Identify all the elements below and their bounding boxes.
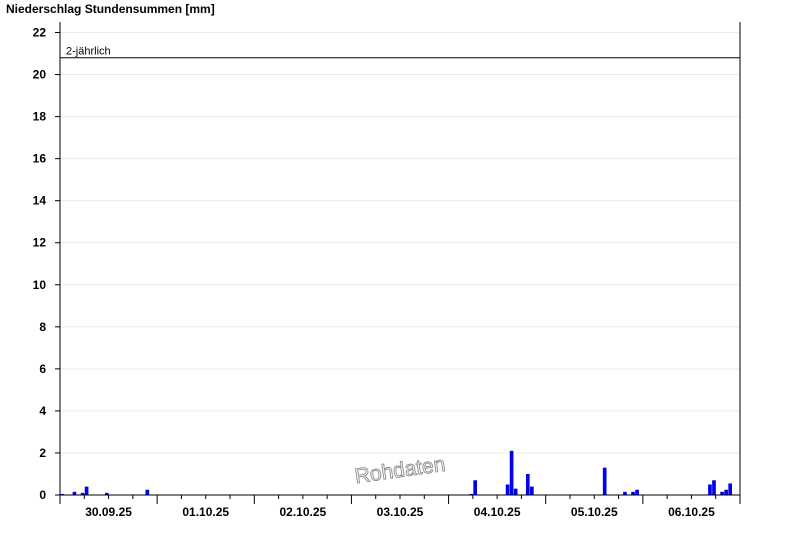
reference-line-label: 2-jährlich: [66, 46, 111, 58]
y-tick-label: 0: [39, 488, 46, 502]
y-tick-label: 20: [33, 68, 47, 82]
y-tick-label: 2: [39, 446, 46, 460]
precipitation-bar: [513, 488, 518, 495]
x-tick-label: 06.10.25: [668, 505, 715, 519]
precipitation-bar: [473, 480, 477, 495]
precipitation-bar: [525, 473, 530, 495]
precipitation-bar: [530, 486, 534, 495]
y-tick-label: 4: [39, 404, 46, 418]
precipitation-bar: [505, 484, 510, 495]
grid-lines: [60, 32, 740, 454]
precipitation-bar: [145, 489, 150, 495]
y-tick-label: 12: [33, 236, 47, 250]
precipitation-bar: [712, 480, 716, 495]
tick-labels: 0 2 4 6 8 10 12 14 16 18 20 22 30.09.25 01.10.25 02.10…: [33, 26, 715, 519]
precipitation-bar: [728, 483, 732, 495]
precipitation-bar: [708, 484, 712, 495]
y-tick-label: 22: [33, 26, 47, 40]
y-tick-label: 16: [33, 152, 47, 166]
y-tick-label: 6: [39, 362, 46, 376]
precipitation-bar: [724, 489, 728, 495]
precipitation-bar: [84, 486, 89, 495]
x-tick-label: 04.10.25: [474, 505, 521, 519]
y-tick-label: 18: [33, 110, 47, 124]
y-tick-label: 8: [39, 320, 46, 334]
watermark-text: Rohdaten: [353, 453, 446, 488]
x-tick-label: 05.10.25: [571, 505, 618, 519]
precipitation-chart: Niederschlag Stundensummen [mm] 2-jährli…: [6, 2, 741, 519]
precipitation-bar: [635, 489, 639, 495]
chart-title: Niederschlag Stundensummen [mm]: [6, 2, 215, 16]
x-tick-label: 30.09.25: [85, 505, 132, 519]
y-tick-label: 14: [33, 194, 47, 208]
y-tick-label: 10: [33, 278, 47, 292]
precipitation-bar: [509, 450, 514, 495]
reference-line-group: 2-jährlich: [60, 46, 740, 59]
x-tick-label: 03.10.25: [377, 505, 424, 519]
precipitation-bar: [602, 467, 607, 495]
x-tick-label: 01.10.25: [182, 505, 229, 519]
x-tick-label: 02.10.25: [279, 505, 326, 519]
axes: [55, 22, 741, 504]
